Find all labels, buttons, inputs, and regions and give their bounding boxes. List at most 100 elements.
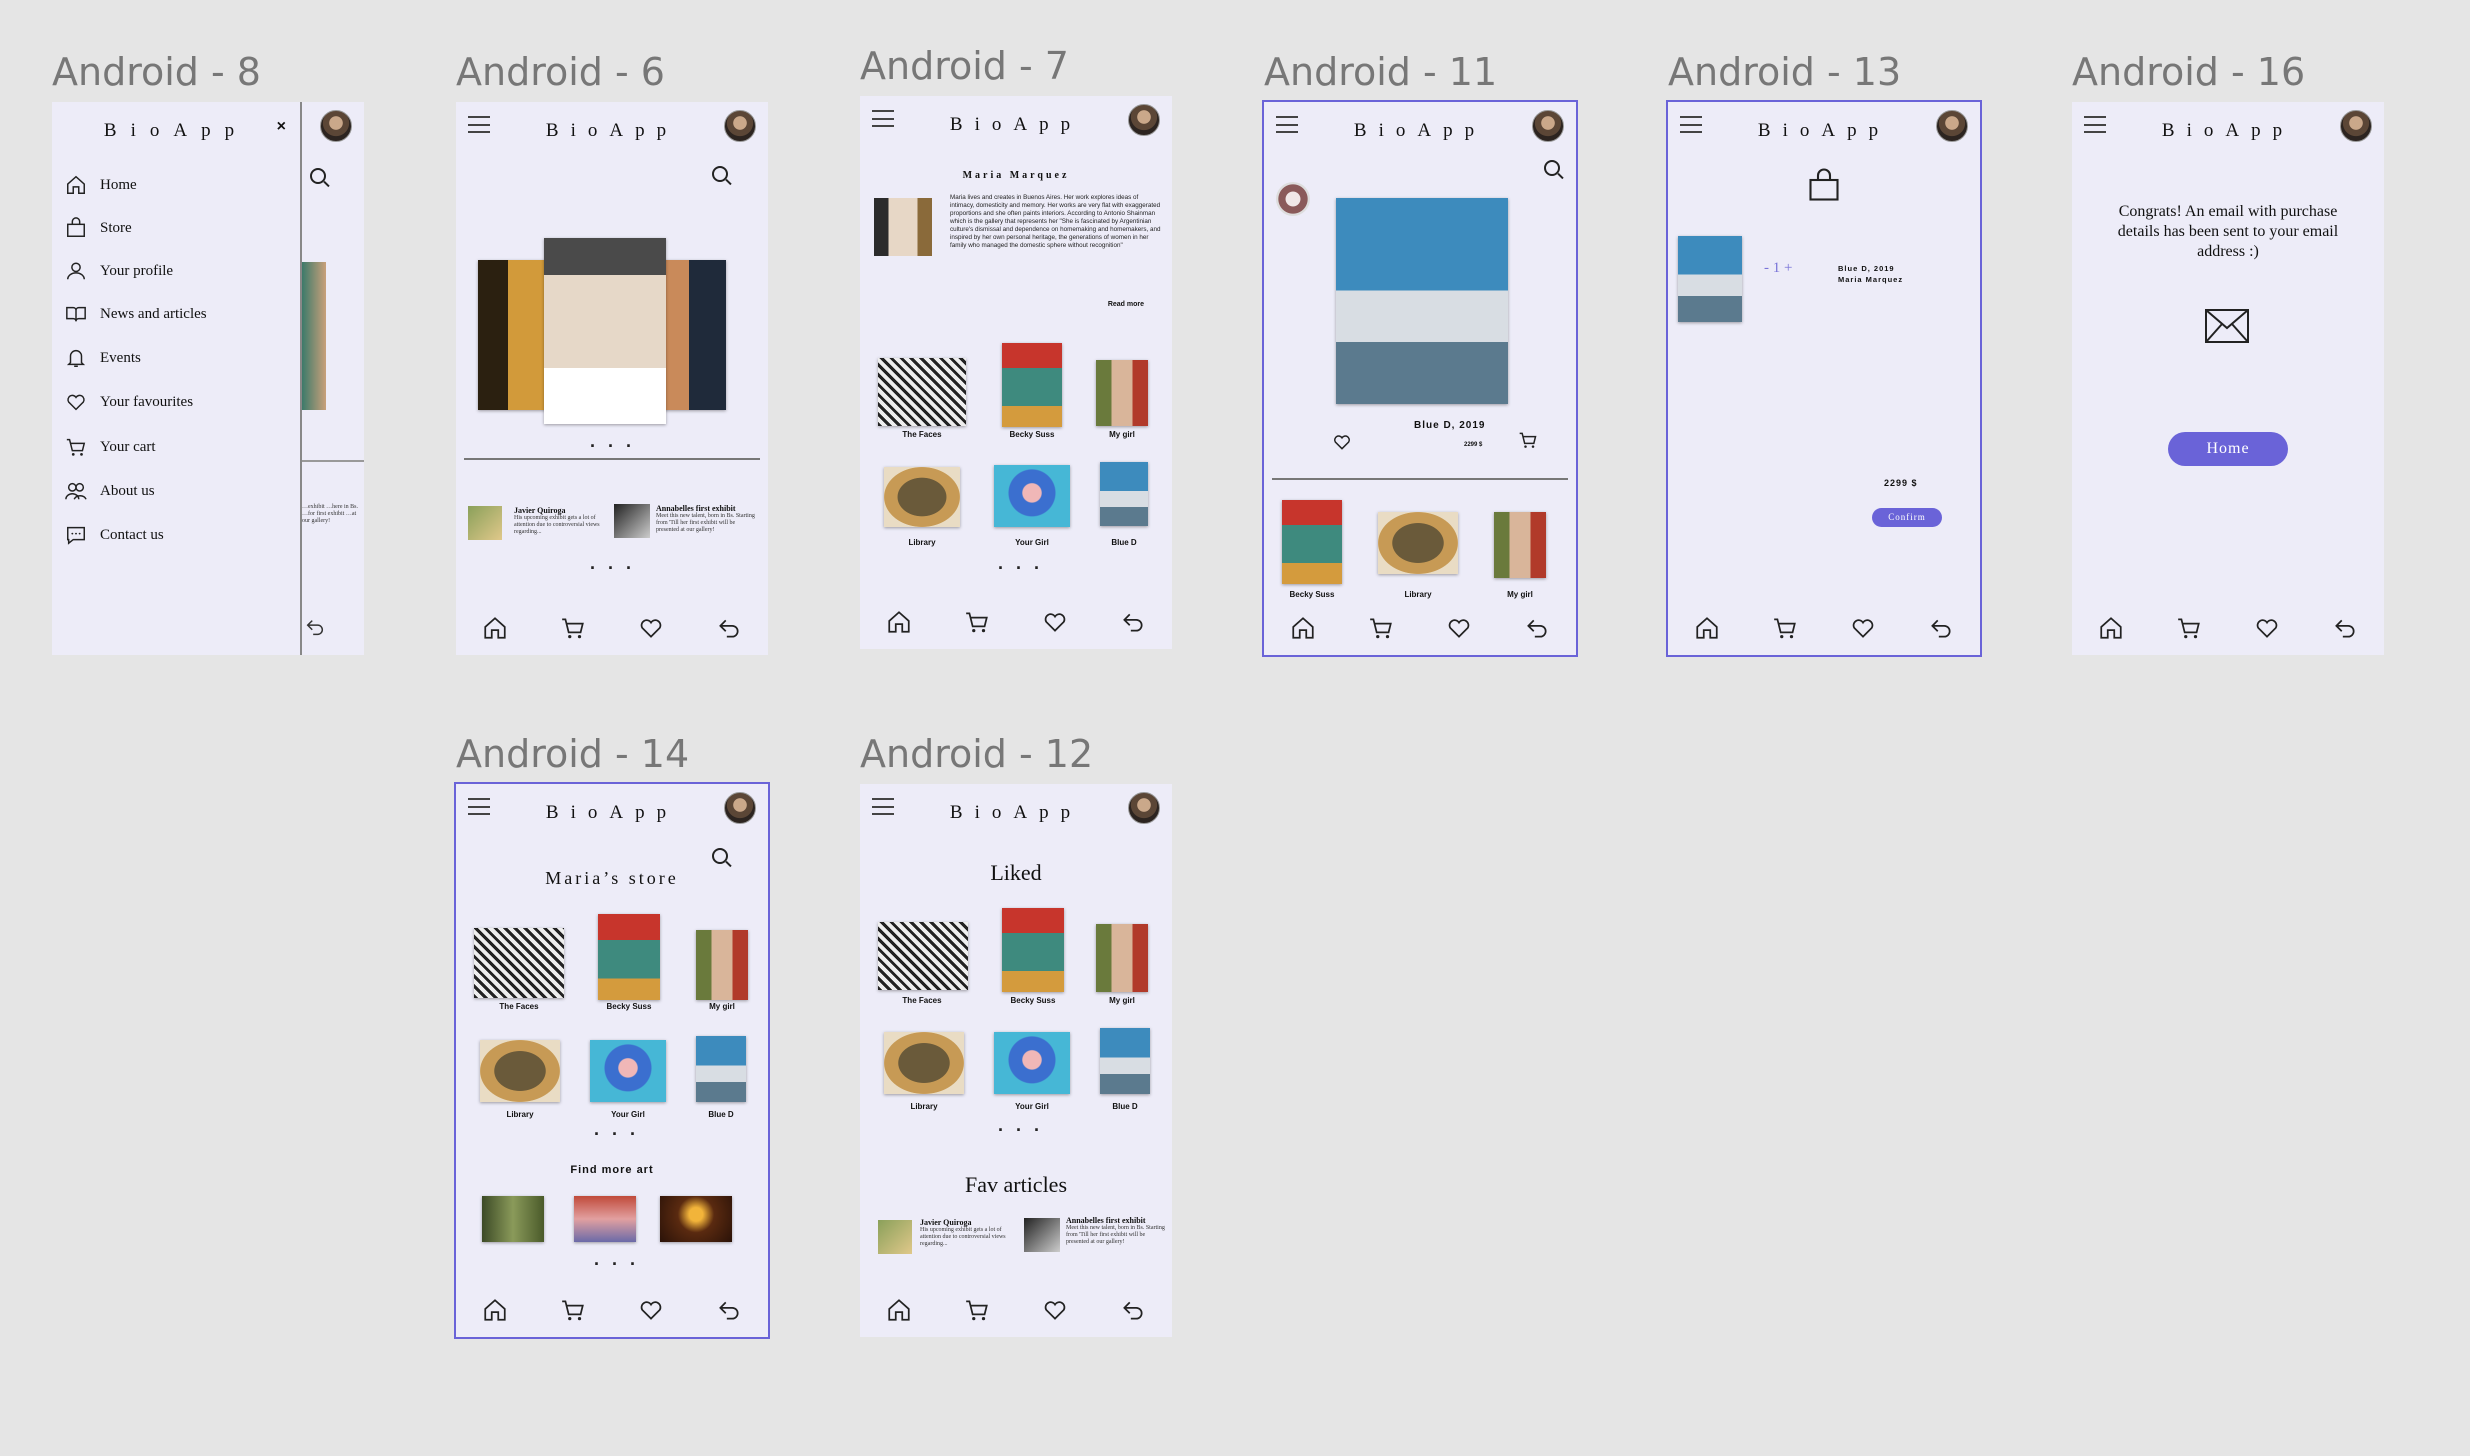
avatar[interactable] — [724, 792, 756, 824]
menu-item-about[interactable]: About us — [64, 480, 155, 502]
frame-android-13: BioApp - 1 + Blue D, 2019 Maria Marquez … — [1668, 102, 1980, 655]
artwork-blue-d[interactable] — [1100, 1028, 1150, 1094]
artwork-your-girl[interactable] — [994, 1032, 1070, 1094]
menu-item-cart[interactable]: Your cart — [64, 436, 156, 458]
back-icon[interactable] — [304, 616, 326, 638]
artwork-blue-d-large[interactable] — [1336, 198, 1508, 404]
back-icon[interactable] — [1120, 1297, 1146, 1323]
artwork-my-girl[interactable] — [1096, 360, 1148, 426]
back-icon[interactable] — [1120, 609, 1146, 635]
artwork-blue-d[interactable] — [1100, 462, 1148, 526]
avatar[interactable] — [2340, 110, 2372, 142]
menu-item-news[interactable]: News and articles — [64, 303, 207, 325]
cart-item-thumbnail[interactable] — [1678, 236, 1742, 322]
heart-icon[interactable] — [638, 1297, 664, 1323]
artwork-caption: My girl — [1109, 996, 1135, 1005]
cart-icon[interactable] — [964, 609, 990, 635]
heart-icon[interactable] — [2254, 615, 2280, 641]
search-icon[interactable] — [712, 848, 728, 864]
cart-icon[interactable] — [560, 1297, 586, 1323]
menu-item-events[interactable]: Events — [64, 347, 141, 369]
menu-item-favourites[interactable]: Your favourites — [64, 391, 193, 413]
heart-icon[interactable] — [1446, 615, 1472, 641]
cart-total: 2299 $ — [1884, 478, 1918, 488]
search-icon[interactable] — [1544, 160, 1560, 176]
heart-icon[interactable] — [1850, 615, 1876, 641]
avatar[interactable] — [1532, 110, 1564, 142]
more-art-thumbnail[interactable] — [660, 1196, 732, 1242]
back-icon[interactable] — [1524, 615, 1550, 641]
avatar[interactable] — [724, 110, 756, 142]
cart-icon[interactable] — [964, 1297, 990, 1323]
heart-icon[interactable] — [1332, 432, 1352, 452]
artwork-caption: Blue D — [1112, 1102, 1138, 1111]
avatar[interactable] — [1128, 792, 1160, 824]
artist-avatar[interactable] — [1276, 182, 1310, 216]
cart-icon[interactable] — [1772, 615, 1798, 641]
heart-icon[interactable] — [1042, 1297, 1068, 1323]
heart-icon[interactable] — [638, 615, 664, 641]
avatar[interactable] — [1936, 110, 1968, 142]
artwork-my-girl[interactable] — [696, 930, 748, 1000]
cart-icon[interactable] — [1368, 615, 1394, 641]
article-thumbnail[interactable] — [614, 504, 650, 538]
menu-item-contact[interactable]: Contact us — [64, 524, 164, 546]
close-icon[interactable]: × — [277, 118, 286, 136]
cart-icon[interactable] — [1518, 430, 1538, 450]
artwork-becky-suss[interactable] — [1282, 500, 1342, 584]
avatar[interactable] — [320, 110, 352, 142]
artwork-becky-suss[interactable] — [1002, 343, 1062, 427]
artwork-library[interactable] — [1378, 512, 1458, 574]
artwork-becky-suss[interactable] — [598, 914, 660, 1000]
featured-artist-portrait[interactable] — [544, 238, 666, 424]
home-icon[interactable] — [1694, 615, 1720, 641]
home-icon[interactable] — [482, 1297, 508, 1323]
article-thumbnail[interactable] — [468, 506, 502, 540]
read-more-link[interactable]: Read more — [1108, 301, 1144, 308]
confirm-button[interactable]: Confirm — [1872, 508, 1942, 527]
article-card[interactable]: Annabelles first exhibit Meet this new t… — [656, 504, 756, 534]
home-button[interactable]: Home — [2168, 432, 2288, 466]
back-icon[interactable] — [2332, 615, 2358, 641]
menu-item-profile[interactable]: Your profile — [64, 260, 173, 282]
article-card[interactable]: Javier Quiroga His upcoming exhibit gets… — [514, 506, 606, 536]
article-title: Javier Quiroga — [514, 506, 566, 515]
artwork-my-girl[interactable] — [1096, 924, 1148, 992]
home-icon[interactable] — [1290, 615, 1316, 641]
artwork-the-faces[interactable] — [878, 922, 968, 990]
artwork-the-faces[interactable] — [474, 928, 564, 998]
artwork-library[interactable] — [884, 1032, 964, 1094]
heart-icon[interactable] — [1042, 609, 1068, 635]
home-icon[interactable] — [2098, 615, 2124, 641]
search-icon[interactable] — [712, 166, 728, 182]
frame-label-android-14: Android - 14 — [456, 732, 690, 776]
artwork-becky-suss[interactable] — [1002, 908, 1064, 992]
home-icon[interactable] — [886, 609, 912, 635]
article-thumbnail[interactable] — [878, 1220, 912, 1254]
back-icon[interactable] — [1928, 615, 1954, 641]
home-icon[interactable] — [482, 615, 508, 641]
artwork-the-faces[interactable] — [878, 358, 966, 426]
more-art-thumbnail[interactable] — [482, 1196, 544, 1242]
artwork-my-girl[interactable] — [1494, 512, 1546, 578]
menu-item-home[interactable]: Home — [64, 174, 137, 196]
article-thumbnail[interactable] — [1024, 1218, 1060, 1252]
avatar[interactable] — [1128, 104, 1160, 136]
article-card[interactable]: Annabelles first exhibit Meet this new t… — [1066, 1216, 1166, 1246]
back-icon[interactable] — [716, 615, 742, 641]
menu-item-store[interactable]: Store — [64, 217, 132, 239]
artwork-library[interactable] — [480, 1040, 560, 1102]
artwork-your-girl[interactable] — [590, 1040, 666, 1102]
cart-icon[interactable] — [560, 615, 586, 641]
article-card[interactable]: Javier Quiroga His upcoming exhibit gets… — [920, 1218, 1010, 1248]
artwork-blue-d[interactable] — [696, 1036, 746, 1102]
back-icon[interactable] — [716, 1297, 742, 1323]
cart-icon[interactable] — [2176, 615, 2202, 641]
quantity-stepper[interactable]: - 1 + — [1764, 260, 1792, 277]
pagination-dots: . . . — [594, 1249, 640, 1269]
more-art-thumbnail[interactable] — [574, 1196, 636, 1242]
artwork-your-girl[interactable] — [994, 465, 1070, 527]
home-icon[interactable] — [886, 1297, 912, 1323]
artwork-library[interactable] — [884, 467, 960, 527]
search-icon[interactable] — [310, 168, 326, 184]
